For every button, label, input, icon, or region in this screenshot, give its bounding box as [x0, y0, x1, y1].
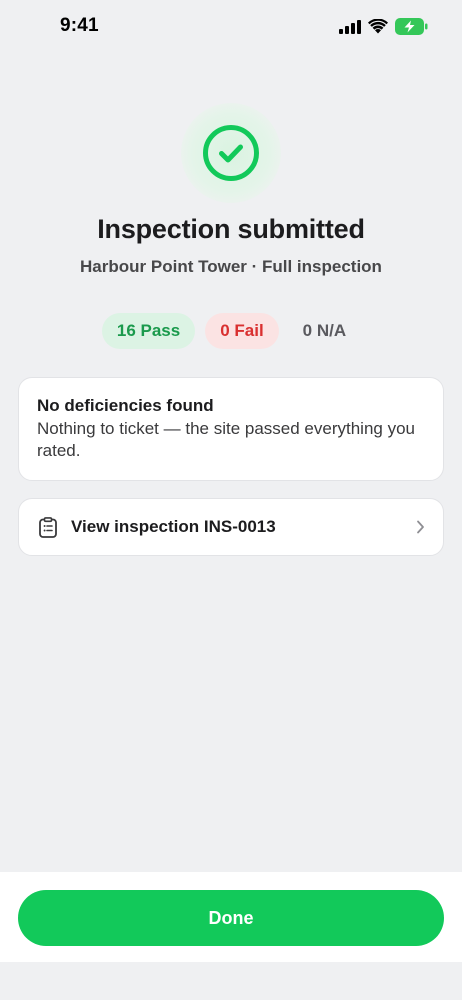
notice-title: No deficiencies found	[37, 396, 214, 415]
bottom-action-bar: Done	[0, 872, 462, 962]
check-circle-icon	[203, 125, 259, 181]
pass-count-badge: 16 Pass	[101, 313, 196, 349]
notice-body: Nothing to ticket — the site passed ever…	[37, 419, 415, 460]
fail-count-badge: 0 Fail	[205, 313, 279, 349]
na-count-badge: 0 N/A	[302, 321, 347, 340]
page-title: Inspection submitted	[97, 214, 365, 244]
status-icons	[339, 18, 428, 35]
signal-icon	[339, 19, 361, 34]
wifi-icon	[368, 19, 388, 34]
status-bar: 9:41	[0, 0, 462, 56]
page-subtitle: Harbour Point Tower · Full inspection	[80, 257, 382, 276]
view-inspection-link[interactable]: View inspection INS-0013	[18, 498, 444, 556]
clipboard-icon	[39, 516, 57, 538]
chevron-right-icon	[417, 520, 424, 534]
no-deficiencies-card: No deficiencies found Nothing to ticket …	[18, 377, 444, 481]
success-badge	[181, 103, 281, 203]
battery-charging-icon	[395, 18, 428, 35]
view-inspection-label: View inspection INS-0013	[71, 517, 276, 536]
result-summary: 16 Pass 0 Fail 0 N/A	[0, 313, 462, 349]
done-button[interactable]: Done	[18, 890, 444, 946]
status-time: 9:41	[60, 15, 99, 36]
